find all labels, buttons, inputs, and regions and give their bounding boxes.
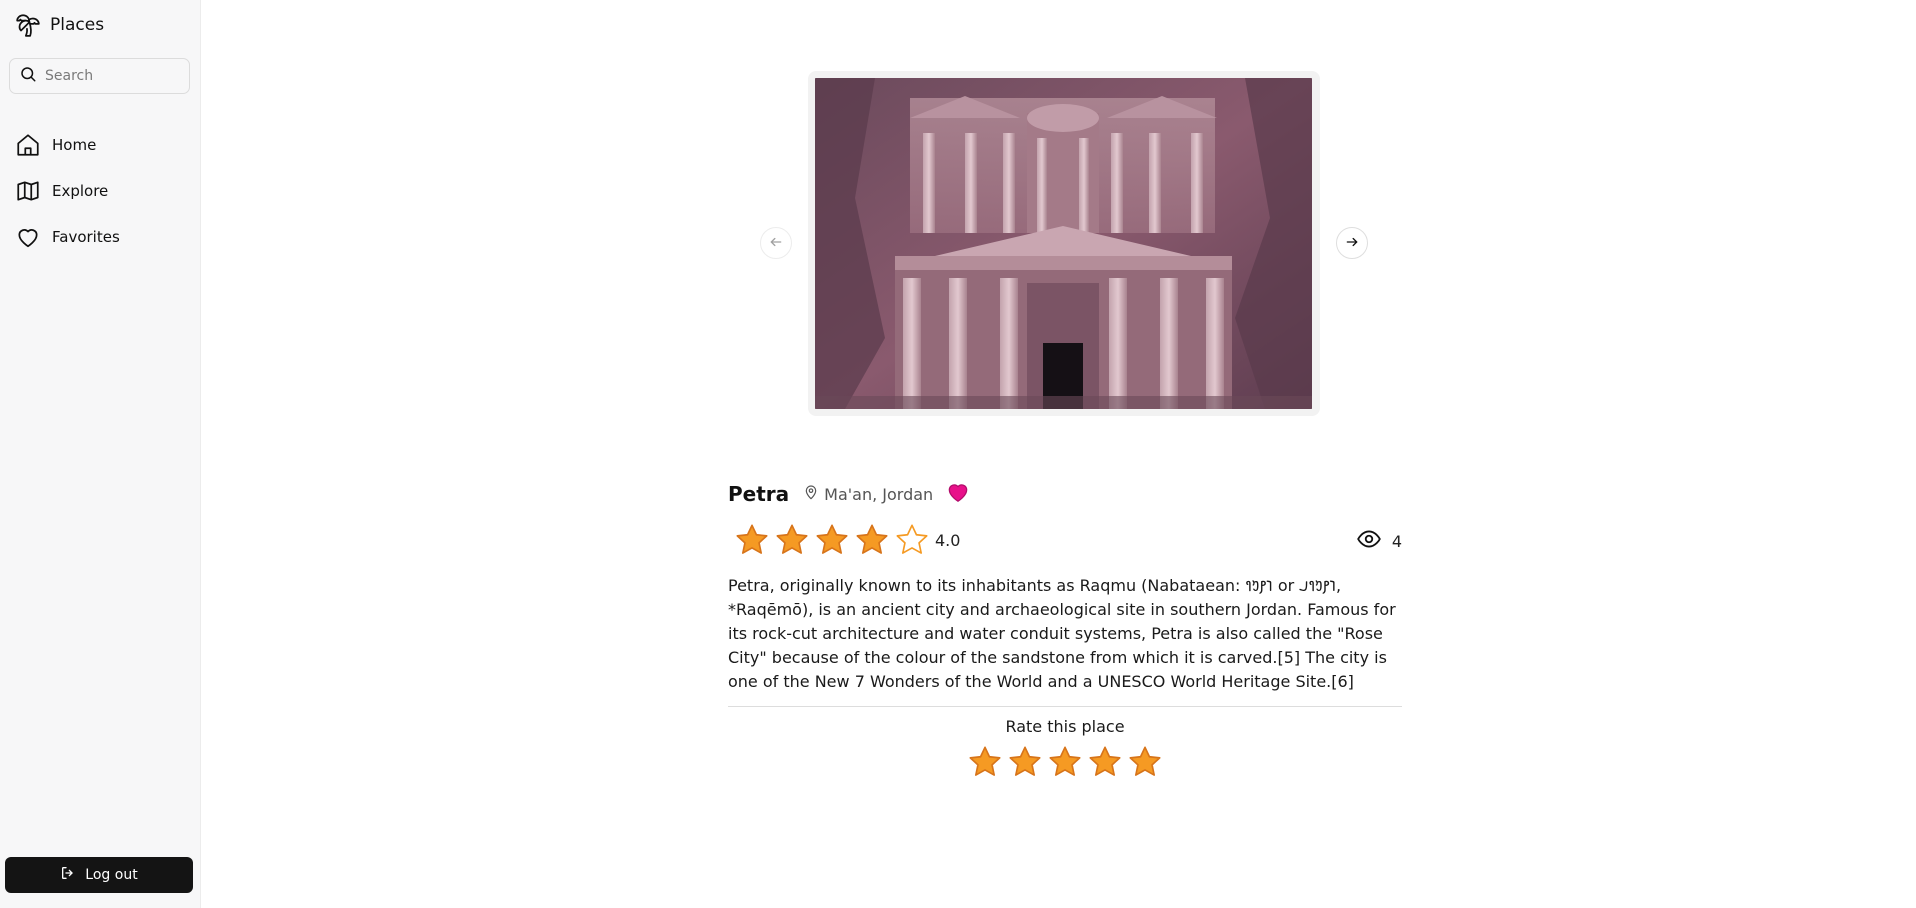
heart-icon (14, 223, 42, 251)
palm-tree-icon (14, 11, 42, 39)
search-box[interactable] (9, 58, 190, 94)
view-count-value: 4 (1391, 531, 1402, 551)
place-photo (815, 78, 1312, 409)
search-input[interactable] (45, 68, 175, 84)
sidebar-nav: Home Explore Favorites (14, 122, 194, 260)
sidebar-item-label: Explore (52, 182, 109, 200)
arrow-left-icon (769, 234, 783, 253)
sidebar: Places Home Explore Favorites (0, 0, 201, 908)
sidebar-item-label: Home (52, 136, 97, 154)
rating-value: 4.0 (935, 530, 961, 550)
search-icon (19, 65, 37, 87)
rating-row: 4.0 4 (728, 520, 1402, 560)
location-label: Ma'an, Jordan (824, 484, 934, 504)
brand[interactable]: Places (14, 10, 104, 40)
sidebar-item-label: Favorites (52, 228, 120, 246)
rate-star-3[interactable] (1047, 744, 1083, 780)
favorite-toggle[interactable] (945, 479, 971, 509)
place-name: Petra (728, 482, 790, 506)
carousel-prev-button[interactable] (760, 227, 792, 259)
title-row: Petra Ma'an, Jordan (728, 478, 1402, 510)
view-count: 4 (1356, 526, 1402, 556)
logout-label: Log out (85, 867, 138, 883)
sidebar-item-explore[interactable]: Explore (14, 168, 194, 214)
rate-stars (728, 744, 1402, 780)
eye-icon (1356, 526, 1382, 556)
average-rating-stars (734, 522, 930, 558)
sidebar-item-home[interactable]: Home (14, 122, 194, 168)
logout-button[interactable]: Log out (5, 857, 193, 893)
app-title: Places (50, 15, 105, 35)
star-filled-icon (776, 524, 808, 554)
place-description: Petra, originally known to its inhabitan… (728, 576, 1396, 691)
place-details: Petra Ma'an, Jordan 4.0 4 Petra, origina… (728, 478, 1402, 780)
map-pin-icon (803, 484, 819, 504)
rate-star-2[interactable] (1007, 744, 1043, 780)
carousel-next-button[interactable] (1336, 227, 1368, 259)
rate-star-5[interactable] (1127, 744, 1163, 780)
place-location: Ma'an, Jordan (803, 484, 933, 504)
heart-filled-icon (945, 479, 971, 509)
home-icon (14, 131, 42, 159)
sidebar-item-favorites[interactable]: Favorites (14, 214, 194, 260)
rate-star-4[interactable] (1087, 744, 1123, 780)
rate-title: Rate this place (1005, 717, 1125, 736)
photo-carousel (808, 71, 1320, 416)
star-filled-icon (816, 524, 848, 554)
logout-icon (60, 865, 76, 885)
star-filled-icon (856, 524, 888, 554)
divider (728, 706, 1402, 707)
arrow-right-icon (1345, 234, 1359, 253)
rate-star-1[interactable] (967, 744, 1003, 780)
map-icon (14, 177, 42, 205)
star-filled-icon (736, 524, 768, 554)
star-empty-icon (896, 524, 928, 554)
